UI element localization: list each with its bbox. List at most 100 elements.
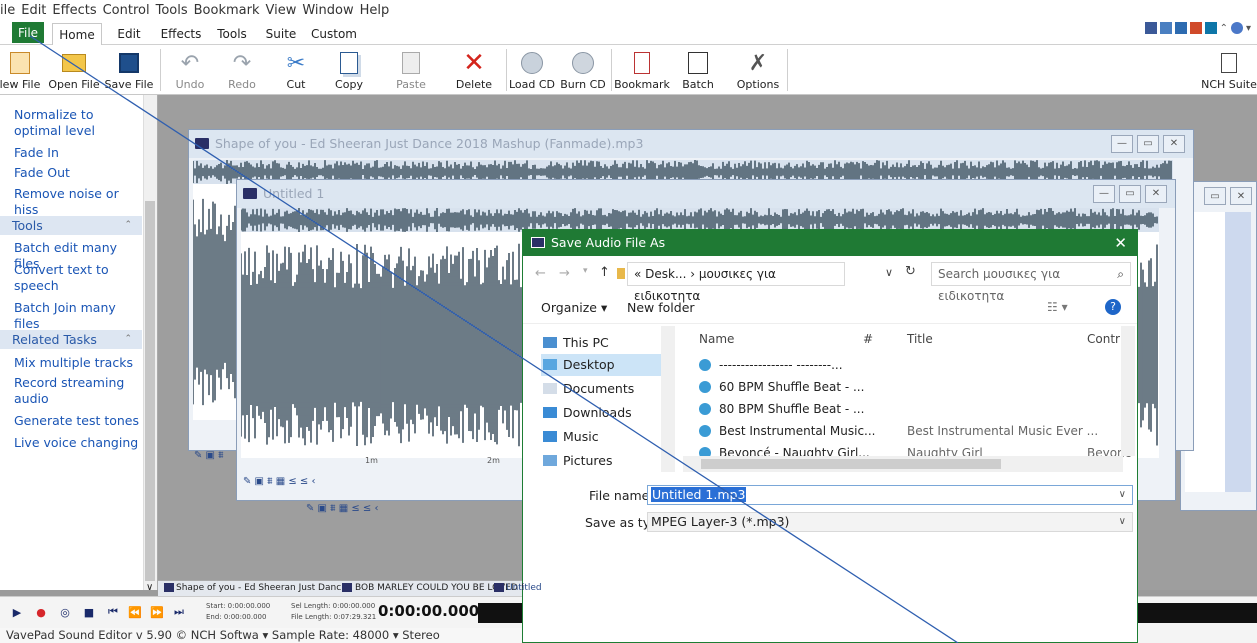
file-row[interactable]: 60 BPM Shuffle Beat - ... xyxy=(699,376,1135,398)
menu-effects[interactable]: Effects xyxy=(52,3,96,18)
sidebar-item-voice-changing[interactable]: Live voice changing xyxy=(14,435,142,451)
play-icon[interactable]: ▶ xyxy=(8,603,26,621)
copy-button[interactable]: Copy xyxy=(321,50,377,91)
file-row[interactable]: Best Instrumental Music... Best Instrumen… xyxy=(699,420,1135,442)
burn-cd-button[interactable]: Burn CD xyxy=(555,50,611,91)
skip-end-icon[interactable]: ⏭ xyxy=(170,603,188,621)
save-file-button[interactable]: Save File xyxy=(101,50,157,91)
nch-suite-button[interactable]: NCH Suite xyxy=(1201,50,1257,91)
sidebar-item-mix-tracks[interactable]: Mix multiple tracks xyxy=(14,355,142,371)
tab-edit[interactable]: Edit xyxy=(114,23,144,45)
menu-view[interactable]: View xyxy=(266,3,297,18)
refresh-icon[interactable]: ↻ xyxy=(905,264,916,279)
restore-icon[interactable]: ▭ xyxy=(1119,185,1141,203)
paste-button[interactable]: Paste xyxy=(383,50,439,91)
edit-tools-strip[interactable]: ✎ ▣ ⩩ ▦ ≤ ≤ ‹ xyxy=(243,476,315,487)
menu-help[interactable]: Help xyxy=(360,3,390,18)
help-icon[interactable]: ? xyxy=(1105,299,1121,315)
forward-icon[interactable]: → xyxy=(559,266,570,281)
tab-effects[interactable]: Effects xyxy=(160,23,202,45)
tab-file[interactable]: File xyxy=(12,22,44,43)
tools-section-header[interactable]: Tools ⌃ xyxy=(0,216,142,235)
skip-start-icon[interactable]: ⏮ xyxy=(104,603,122,621)
sidebar-item-fade-in[interactable]: Fade In xyxy=(14,145,142,161)
menu-edit[interactable]: Edit xyxy=(21,3,46,18)
sidebar-item-text-to-speech[interactable]: Convert text to speech xyxy=(14,262,142,294)
nav-pictures[interactable]: Pictures xyxy=(541,450,673,472)
new-file-button[interactable]: lew File xyxy=(0,50,48,91)
menu-file[interactable]: ile xyxy=(0,3,15,18)
sidebar-item-record-streaming[interactable]: Record streaming audio xyxy=(14,375,142,407)
back-icon[interactable]: ← xyxy=(535,266,546,281)
tab-suite[interactable]: Suite xyxy=(264,23,298,45)
chevron-down-icon[interactable]: ∨ xyxy=(146,582,153,593)
doc-tab[interactable]: Untitled xyxy=(506,583,542,593)
undo-button[interactable]: ↶ Undo xyxy=(162,50,218,92)
minimize-icon[interactable]: — xyxy=(1093,185,1115,203)
menu-tools[interactable]: Tools xyxy=(156,3,188,18)
doc-tab[interactable]: Shape of you - Ed Sheeran Just Danc xyxy=(176,583,341,593)
nav-scrollbar[interactable] xyxy=(661,326,675,472)
rewind-icon[interactable]: ⏪ xyxy=(126,603,144,621)
close-icon[interactable]: ✕ xyxy=(1114,230,1127,256)
edit-tools-strip[interactable]: ✎ ▣ ⩩ ▦ ≤ ≤ ‹ xyxy=(306,503,378,514)
organize-button[interactable]: Organize ▾ xyxy=(541,300,607,315)
new-folder-button[interactable]: New folder xyxy=(627,300,695,315)
menu-window[interactable]: Window xyxy=(302,3,353,18)
sidebar-scroll-thumb[interactable] xyxy=(145,201,155,581)
help-icon[interactable] xyxy=(1230,22,1243,34)
file-list-vscroll[interactable] xyxy=(1121,326,1135,456)
column-header-name[interactable]: Name xyxy=(699,332,734,346)
options-button[interactable]: ✗ Options xyxy=(730,50,786,92)
column-header-title[interactable]: Title xyxy=(907,332,933,346)
fast-forward-icon[interactable]: ⏩ xyxy=(148,603,166,621)
menu-bookmark[interactable]: Bookmark xyxy=(194,3,260,18)
sidebar-item-test-tones[interactable]: Generate test tones xyxy=(14,413,142,429)
chevron-down-icon[interactable]: ⌃ xyxy=(1220,23,1228,34)
save-type-select[interactable]: MPEG Layer-3 (*.mp3) ∨ xyxy=(647,512,1133,532)
restore-icon[interactable]: ▭ xyxy=(1137,135,1159,153)
chevron-down-icon[interactable]: ∨ xyxy=(885,266,893,279)
nav-music[interactable]: Music xyxy=(541,426,673,448)
share-icon[interactable] xyxy=(1174,22,1187,34)
cut-button[interactable]: ✂ Cut xyxy=(268,50,324,92)
nav-this-pc[interactable]: This PC xyxy=(541,332,673,354)
load-cd-button[interactable]: Load CD xyxy=(504,50,560,91)
close-icon[interactable]: ✕ xyxy=(1145,185,1167,203)
linkedin-icon[interactable] xyxy=(1204,22,1217,34)
view-options-icon[interactable]: ☷ ▾ xyxy=(1047,300,1068,314)
scrub-icon[interactable]: ◎ xyxy=(56,603,74,621)
search-input[interactable]: Search μουσικες για ειδικοτητα ⌕ xyxy=(931,262,1131,303)
minimize-icon[interactable]: — xyxy=(1111,135,1133,153)
chevron-down-icon[interactable]: ▾ xyxy=(1246,23,1251,34)
filename-input[interactable]: Untitled 1.mp3 ∨ xyxy=(647,485,1133,505)
tab-tools[interactable]: Tools xyxy=(214,23,250,45)
facebook-icon[interactable] xyxy=(1144,22,1157,34)
sidebar-item-normalize[interactable]: Normalize to optimal level xyxy=(14,107,142,139)
batch-button[interactable]: Batch xyxy=(670,50,726,91)
hscroll-thumb[interactable] xyxy=(701,459,1001,469)
twitter-icon[interactable] xyxy=(1159,22,1172,34)
youtube-icon[interactable] xyxy=(1189,22,1202,34)
nav-downloads[interactable]: Downloads xyxy=(541,402,673,424)
waveform-3[interactable] xyxy=(1185,212,1251,492)
file-row[interactable]: ----------------- --------... xyxy=(699,354,1135,376)
nav-desktop[interactable]: Desktop xyxy=(541,354,673,376)
up-icon[interactable]: ↑ xyxy=(599,265,610,280)
sidebar-item-fade-out[interactable]: Fade Out xyxy=(14,165,142,181)
close-icon[interactable]: ✕ xyxy=(1163,135,1185,153)
restore-icon[interactable]: ▭ xyxy=(1204,187,1226,205)
menu-control[interactable]: Control xyxy=(103,3,150,18)
tab-home[interactable]: Home xyxy=(52,23,102,46)
delete-button[interactable]: ✕ Delete xyxy=(446,48,502,91)
sidebar-item-batch-join[interactable]: Batch Join many files xyxy=(14,300,142,332)
chevron-down-icon[interactable]: ▾ xyxy=(583,266,588,276)
tab-custom[interactable]: Custom xyxy=(310,23,358,45)
stop-icon[interactable]: ■ xyxy=(80,603,98,621)
edit-tools-strip[interactable]: ✎ ▣ ⩩ xyxy=(194,450,224,461)
column-header-number[interactable]: # xyxy=(863,332,873,346)
related-tasks-header[interactable]: Related Tasks ⌃ xyxy=(0,330,142,349)
record-icon[interactable]: ● xyxy=(32,603,50,621)
bookmark-button[interactable]: Bookmark xyxy=(614,50,670,91)
close-icon[interactable]: ✕ xyxy=(1230,187,1252,205)
